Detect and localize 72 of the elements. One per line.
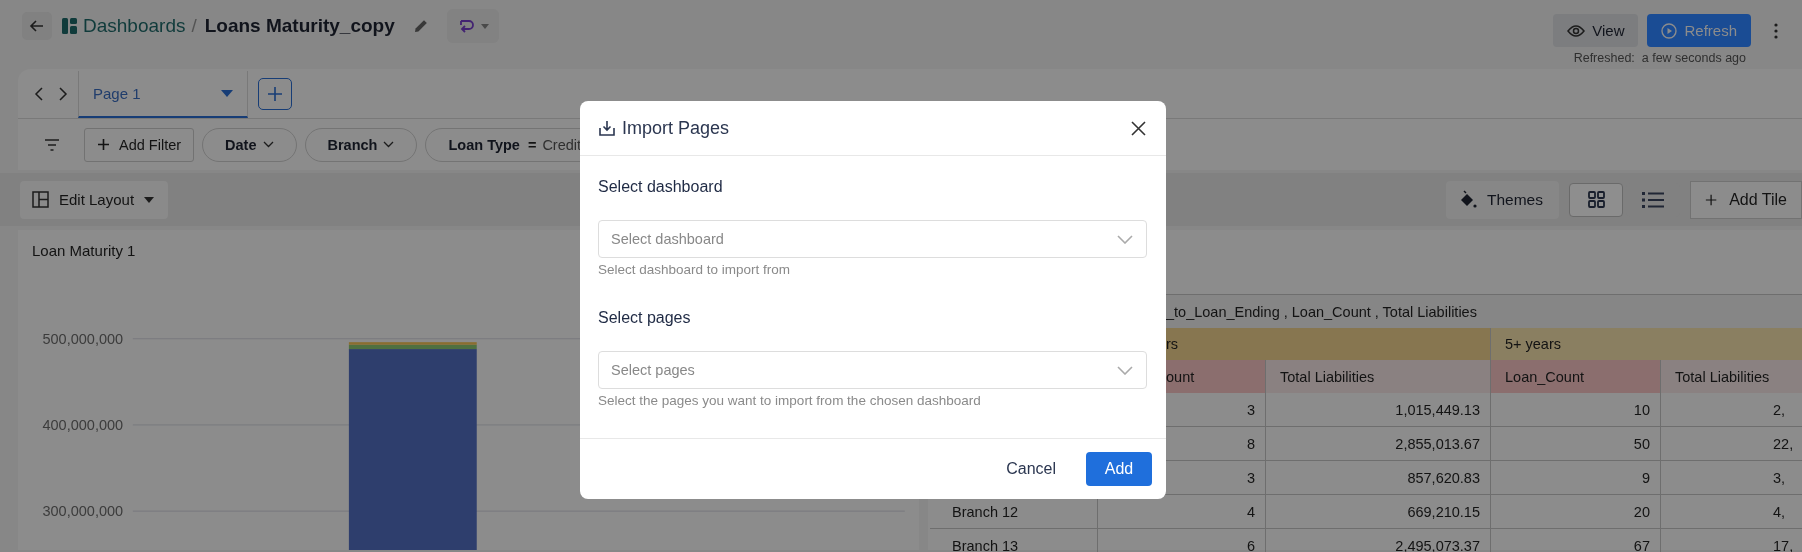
table-cell: 3, — [1661, 461, 1802, 495]
table-cell: 857,620.83 — [1266, 461, 1491, 495]
version-dropdown[interactable] — [446, 9, 499, 43]
field-help-text: Select the pages you want to import from the chosen dashboard — [598, 393, 981, 408]
table-cell: 50 — [1491, 427, 1661, 461]
add-tile-button[interactable]: Add Tile — [1690, 180, 1802, 219]
column-group-header: 5+ years — [1491, 328, 1802, 360]
close-icon[interactable] — [1131, 120, 1146, 136]
add-filter-button[interactable]: Add Filter — [84, 127, 195, 162]
table-cell: 1,015,449.13 — [1266, 393, 1491, 427]
view-button[interactable]: View — [1553, 14, 1639, 47]
list-icon — [1642, 190, 1664, 209]
chevron-down-icon — [262, 141, 274, 148]
plus-icon — [97, 138, 110, 151]
caret-icon — [480, 23, 489, 29]
caret-icon — [144, 196, 155, 203]
table-cell: 4, — [1661, 495, 1802, 529]
edit-layout-button[interactable]: Edit Layout — [20, 180, 169, 219]
plus-icon — [1705, 192, 1718, 207]
play-icon — [1661, 22, 1678, 39]
back-button[interactable] — [22, 12, 52, 40]
chevron-down-icon — [383, 141, 395, 148]
table-cell: 2,495,073.37 — [1266, 529, 1491, 552]
filter-icon[interactable] — [44, 138, 60, 151]
import-icon — [599, 120, 615, 136]
themes-button[interactable]: Themes — [1446, 180, 1559, 219]
dashboard-icon — [62, 18, 77, 34]
chevron-down-icon — [1117, 366, 1133, 375]
previous-page-icon[interactable] — [34, 85, 44, 102]
axis-tick-label: 500,000,000 — [42, 330, 124, 347]
column-header: Loan_Count — [1491, 360, 1661, 393]
plus-icon — [266, 84, 284, 103]
table-cell: 6 — [1098, 529, 1266, 552]
breadcrumb-separator: / — [191, 15, 197, 37]
pencil-icon[interactable] — [412, 18, 429, 34]
layout-icon — [32, 191, 49, 208]
table-cell: 2,855,013.67 — [1266, 427, 1491, 461]
table-cell: 9 — [1491, 461, 1661, 495]
caret-icon — [221, 90, 233, 97]
table-cell: Branch 13 — [930, 529, 1098, 552]
field-label: Select dashboard — [598, 178, 723, 195]
table-cell: 67 — [1491, 529, 1661, 552]
arrow-left-icon — [29, 18, 45, 34]
cancel-button[interactable]: Cancel — [992, 452, 1070, 486]
select-field[interactable]: Select dashboard — [598, 220, 1147, 258]
dashboard-title: Loans Maturity_copy — [204, 15, 395, 37]
select-field[interactable]: Select pages — [598, 351, 1147, 389]
table-cell: 2, — [1661, 393, 1802, 427]
grid-view-button[interactable] — [1569, 182, 1623, 217]
table-cell: 17, — [1661, 529, 1802, 552]
table-cell: 669,210.15 — [1266, 495, 1491, 529]
add-button[interactable]: Add — [1086, 452, 1152, 486]
chevron-down-icon — [1117, 235, 1133, 244]
add-page-button[interactable] — [258, 77, 292, 110]
dialog-title: Import Pages — [622, 117, 731, 139]
chart-title: Loan Maturity 1 — [32, 242, 136, 259]
grid-icon — [1587, 191, 1605, 208]
table-cell: 20 — [1491, 495, 1661, 529]
refresh-status: Refreshed: a few seconds ago — [1573, 51, 1746, 65]
table-cell: 22, — [1661, 427, 1802, 461]
column-header: Total Liabilities — [1661, 360, 1802, 393]
more-menu-icon[interactable] — [1774, 22, 1778, 39]
column-header: Total Liabilities — [1266, 360, 1491, 393]
axis-tick-label: 400,000,000 — [42, 416, 124, 433]
table-cell: 10 — [1491, 393, 1661, 427]
axis-tick-label: 300,000,000 — [42, 503, 124, 520]
field-label: Select pages — [598, 309, 691, 326]
next-page-icon[interactable] — [58, 85, 68, 102]
field-help-text: Select dashboard to import from — [598, 262, 791, 277]
eye-icon — [1567, 24, 1586, 37]
breadcrumb-link[interactable]: Dashboards — [83, 15, 186, 37]
page-tab[interactable]: Page 1 — [78, 71, 248, 118]
